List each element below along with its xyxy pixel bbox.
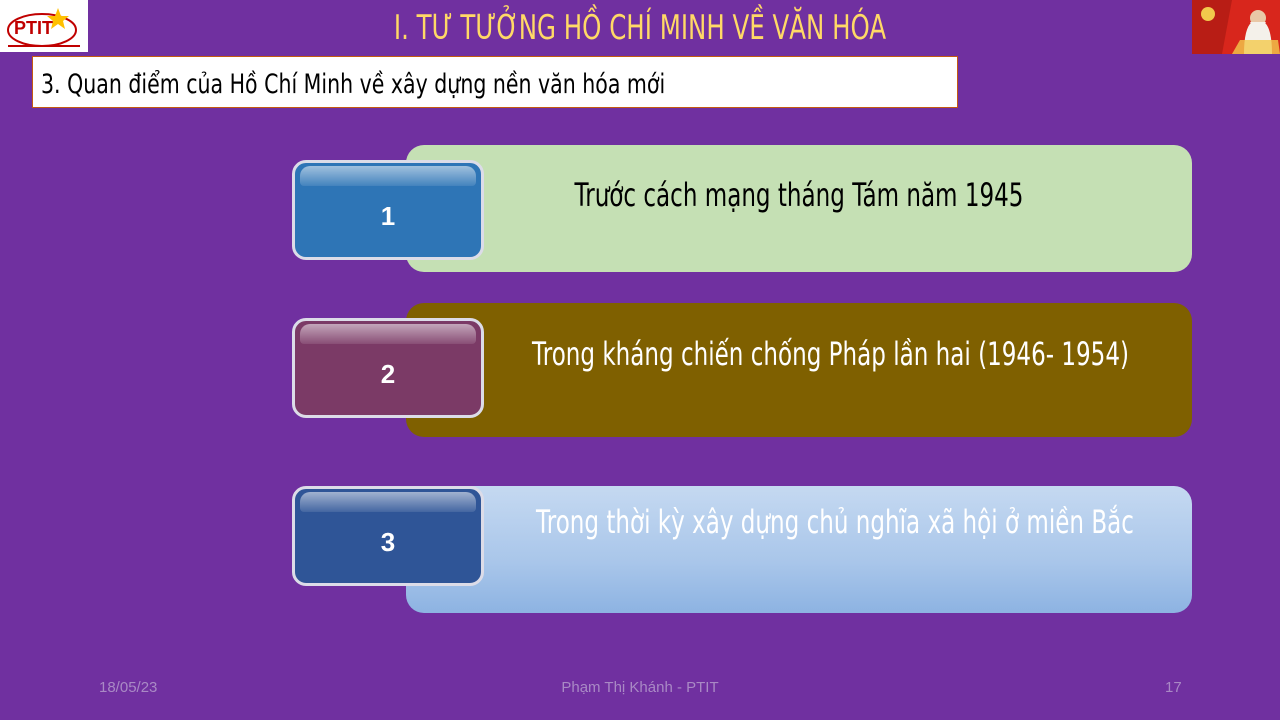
number-box-3: 3 [292, 486, 484, 586]
number-label-3: 3 [380, 527, 396, 557]
ptit-logo: PTIT [0, 0, 88, 52]
footer-page-number: 17 [1165, 679, 1182, 696]
number-box-2: 2 [292, 318, 484, 418]
logo-text: PTIT [14, 18, 53, 38]
portrait-image [1192, 0, 1280, 54]
number-label-1: 1 [380, 201, 396, 231]
slide-title: I. TƯ TƯỞNG HỒ CHÍ MINH VỀ VĂN HÓA [393, 8, 887, 48]
item-text-3: Trong thời kỳ xây dựng chủ nghĩa xã hội … [536, 503, 1134, 541]
item-text-2: Trong kháng chiến chống Pháp lần hai (19… [532, 335, 1129, 373]
subtitle-box: 3. Quan điểm của Hồ Chí Minh về xây dựng… [32, 56, 958, 108]
footer-author: Phạm Thị Khánh - PTIT [561, 679, 719, 696]
item-text-1: Trước cách mạng tháng Tám năm 1945 [574, 176, 1024, 214]
number-box-gloss [300, 492, 476, 512]
number-box-1: 1 [292, 160, 484, 260]
number-box-gloss [300, 324, 476, 344]
subtitle-text: 3. Quan điểm của Hồ Chí Minh về xây dựng… [41, 69, 666, 100]
number-label-2: 2 [380, 359, 396, 389]
portrait-icon [1192, 0, 1280, 54]
number-box-gloss [300, 166, 476, 186]
